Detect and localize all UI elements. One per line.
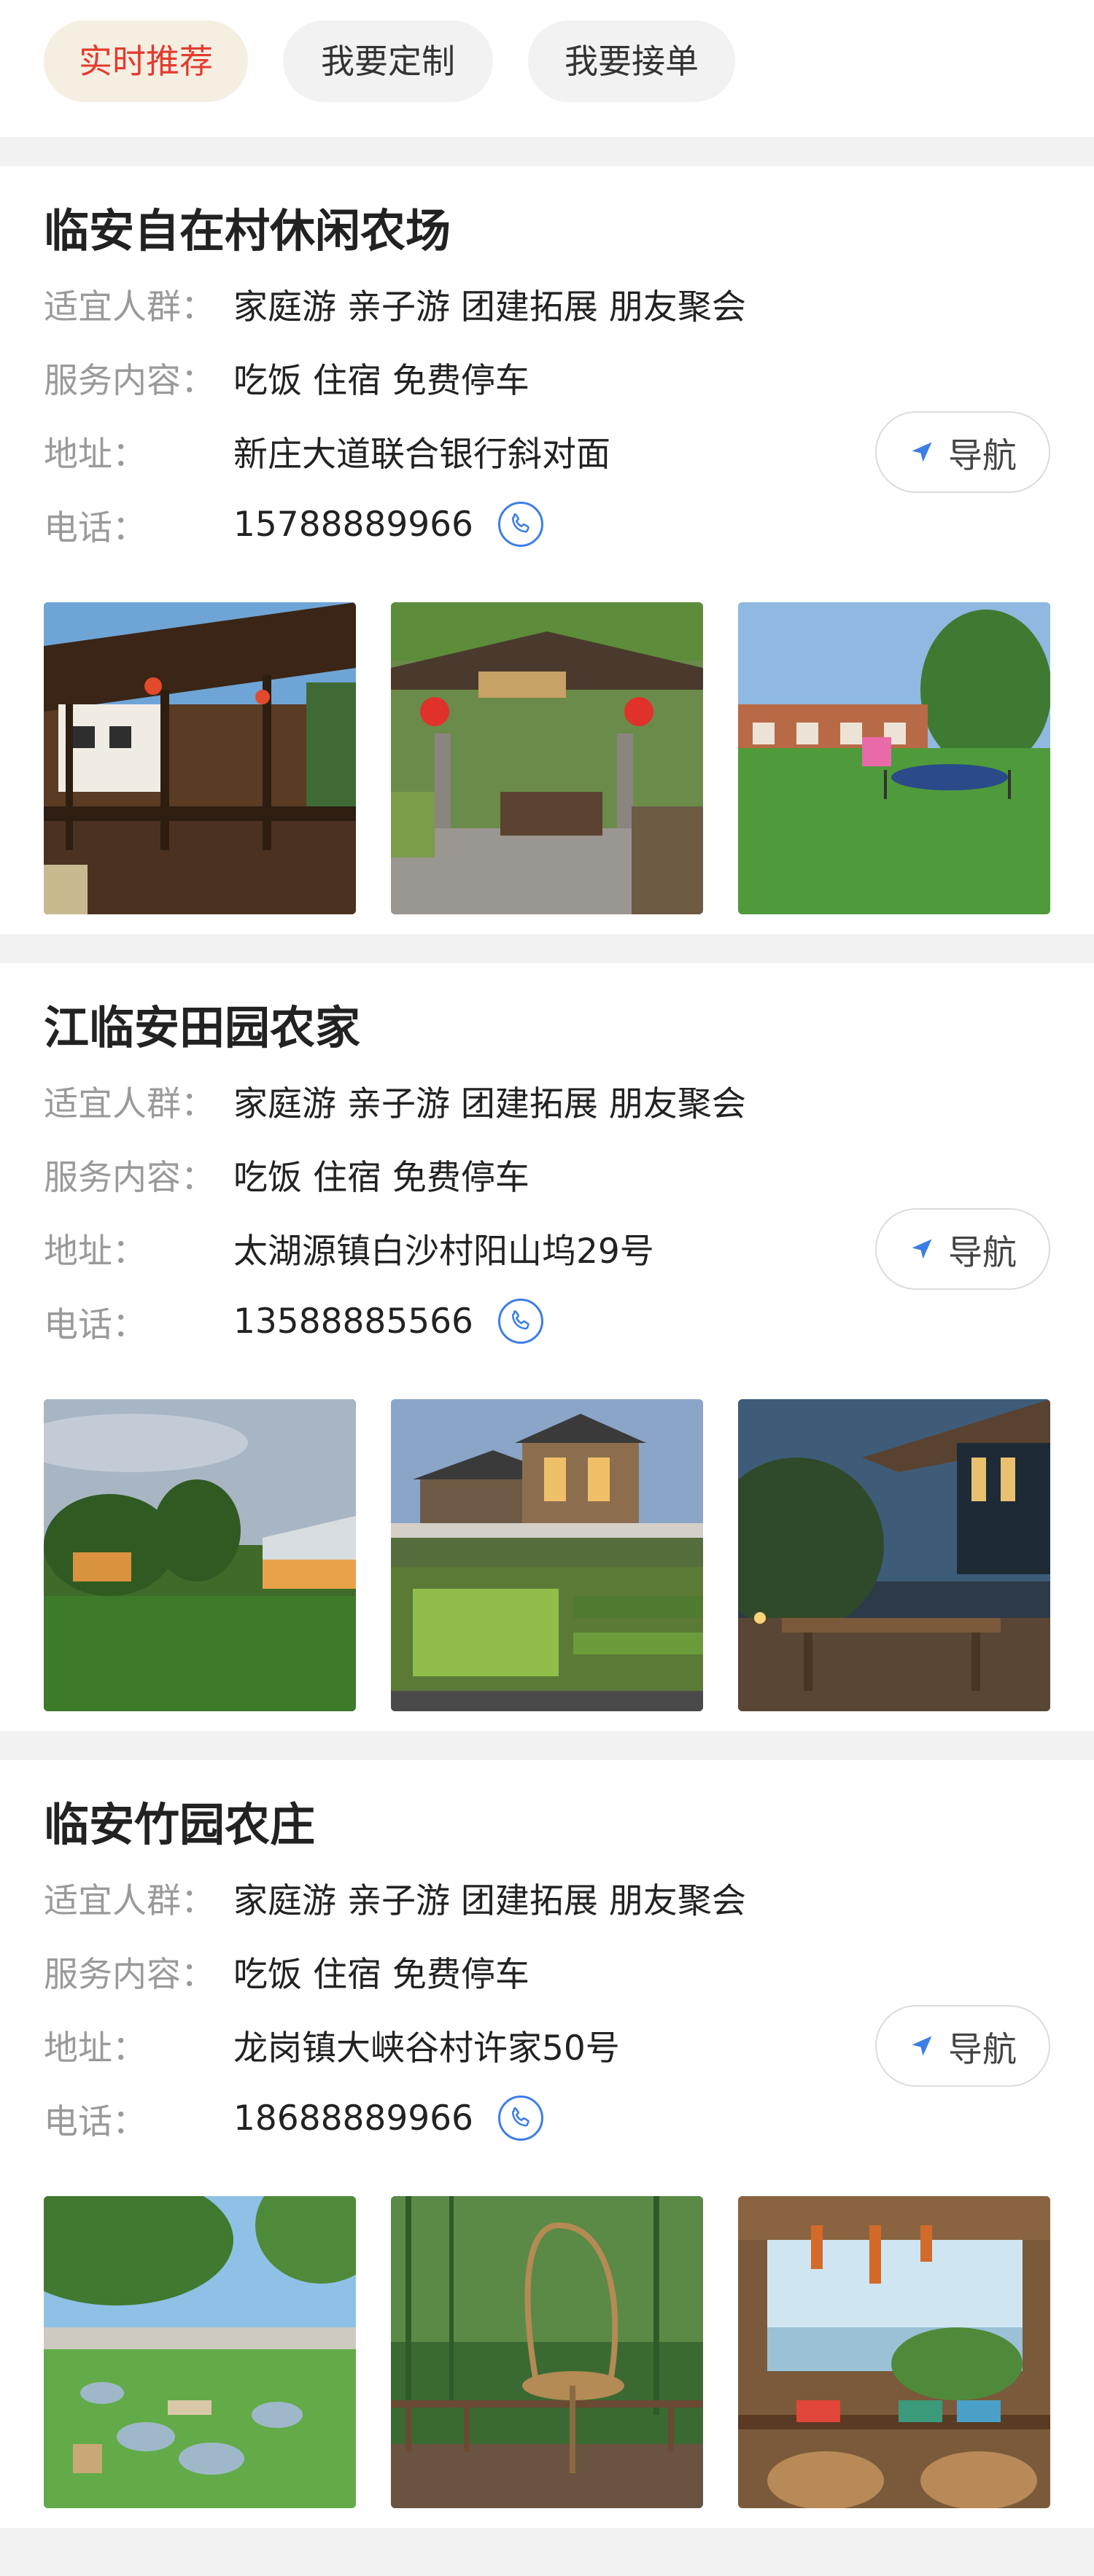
divider	[0, 934, 1094, 963]
tab-take-order[interactable]: 我要接单	[528, 20, 735, 102]
navigation-arrow-icon	[912, 1239, 932, 1259]
navigation-arrow-icon	[912, 442, 932, 462]
navigate-button[interactable]: 导航	[875, 2005, 1050, 2087]
navigate-label: 导航	[948, 2029, 1017, 2070]
photo-gallery	[44, 602, 1050, 914]
farm-card[interactable]: 江临安田园农家 适宜人群： 家庭游 亲子游 团建拓展 朋友聚会 服务内容： 吃饭…	[0, 963, 1094, 1731]
top-tabs: 实时推荐 我要定制 我要接单	[0, 0, 1094, 137]
address-row: 地址： 新庄大道联合银行斜对面	[44, 414, 610, 487]
phone-row: 电话： 15788889966	[44, 488, 543, 561]
tab-custom-order[interactable]: 我要定制	[283, 20, 493, 102]
address-label: 地址：	[44, 2028, 147, 2069]
audience-label: 适宜人群：	[44, 287, 215, 327]
pavilion-corridor-photo[interactable]	[44, 602, 356, 914]
lawn-trampoline-photo[interactable]	[738, 602, 1050, 914]
address-label: 地址：	[44, 1231, 147, 1272]
phone-value[interactable]: 18688889966	[233, 2098, 473, 2139]
audience-label: 适宜人群：	[44, 1880, 215, 1921]
audience-value: 家庭游 亲子游 团建拓展 朋友聚会	[233, 1880, 746, 1921]
audience-value: 家庭游 亲子游 团建拓展 朋友聚会	[233, 287, 746, 327]
audience-value: 家庭游 亲子游 团建拓展 朋友聚会	[233, 1083, 746, 1124]
phone-row: 电话： 13588885566	[44, 1285, 543, 1358]
divider	[0, 2528, 1094, 2557]
phone-label: 电话：	[44, 1304, 147, 1345]
services-row: 服务内容： 吃饭 住宿 免费停车	[44, 341, 529, 413]
audience-row: 适宜人群： 家庭游 亲子游 团建拓展 朋友聚会	[44, 1064, 746, 1137]
navigate-button[interactable]: 导航	[875, 1208, 1050, 1290]
phone-call-icon[interactable]	[497, 2096, 543, 2141]
seaside-cafe-photo[interactable]	[738, 2196, 1050, 2508]
navigate-button[interactable]: 导航	[875, 411, 1050, 493]
tab-realtime-recommend[interactable]: 实时推荐	[44, 20, 248, 102]
address-row: 地址： 龙岗镇大峡谷村许家50号	[44, 2008, 620, 2081]
audience-row: 适宜人群： 家庭游 亲子游 团建拓展 朋友聚会	[44, 267, 746, 340]
services-label: 服务内容：	[44, 1954, 215, 1995]
farm-card[interactable]: 临安自在村休闲农场 适宜人群： 家庭游 亲子游 团建拓展 朋友聚会 服务内容： …	[0, 166, 1094, 934]
services-row: 服务内容： 吃饭 住宿 免费停车	[44, 1934, 529, 2007]
services-value: 吃饭 住宿 免费停车	[233, 360, 529, 401]
services-label: 服务内容：	[44, 360, 215, 401]
rattan-swing-chair-photo[interactable]	[391, 2196, 703, 2508]
navigation-arrow-icon	[912, 2036, 932, 2056]
phone-value[interactable]: 13588885566	[233, 1301, 473, 1342]
navigate-label: 导航	[948, 435, 1017, 476]
services-value: 吃饭 住宿 免费停车	[233, 1157, 529, 1198]
photo-gallery	[44, 1399, 1050, 1711]
audience-label: 适宜人群：	[44, 1083, 215, 1124]
phone-label: 电话：	[44, 507, 147, 548]
divider	[0, 137, 1094, 166]
phone-row: 电话： 18688889966	[44, 2082, 543, 2155]
farm-name: 江临安田园农家	[44, 1001, 361, 1054]
phone-call-icon[interactable]	[497, 1299, 543, 1344]
farm-name: 临安竹园农庄	[44, 1798, 316, 1851]
navigate-label: 导航	[948, 1232, 1017, 1273]
terrace-dining-photo[interactable]	[738, 1399, 1050, 1711]
courtyard-lanterns-photo[interactable]	[391, 602, 703, 914]
address-value: 太湖源镇白沙村阳山坞29号	[233, 1231, 654, 1272]
address-label: 地址：	[44, 434, 147, 475]
phone-value[interactable]: 15788889966	[233, 505, 473, 545]
lawn-beanbags-photo[interactable]	[44, 2196, 356, 2508]
address-row: 地址： 太湖源镇白沙村阳山坞29号	[44, 1211, 654, 1284]
divider	[0, 1731, 1094, 1760]
services-label: 服务内容：	[44, 1157, 215, 1198]
photo-gallery	[44, 2196, 1050, 2508]
address-value: 新庄大道联合银行斜对面	[233, 434, 610, 475]
garden-villa-photo[interactable]	[391, 1399, 703, 1711]
phone-label: 电话：	[44, 2101, 147, 2142]
services-value: 吃饭 住宿 免费停车	[233, 1954, 529, 1995]
address-value: 龙岗镇大峡谷村许家50号	[233, 2028, 620, 2069]
audience-row: 适宜人群： 家庭游 亲子游 团建拓展 朋友聚会	[44, 1861, 746, 1934]
farm-card[interactable]: 临安竹园农庄 适宜人群： 家庭游 亲子游 团建拓展 朋友聚会 服务内容： 吃饭 …	[0, 1760, 1094, 2528]
dusk-lawn-house-photo[interactable]	[44, 1399, 356, 1711]
phone-call-icon[interactable]	[497, 502, 543, 547]
farm-name: 临安自在村休闲农场	[44, 204, 451, 257]
services-row: 服务内容： 吃饭 住宿 免费停车	[44, 1137, 529, 1210]
